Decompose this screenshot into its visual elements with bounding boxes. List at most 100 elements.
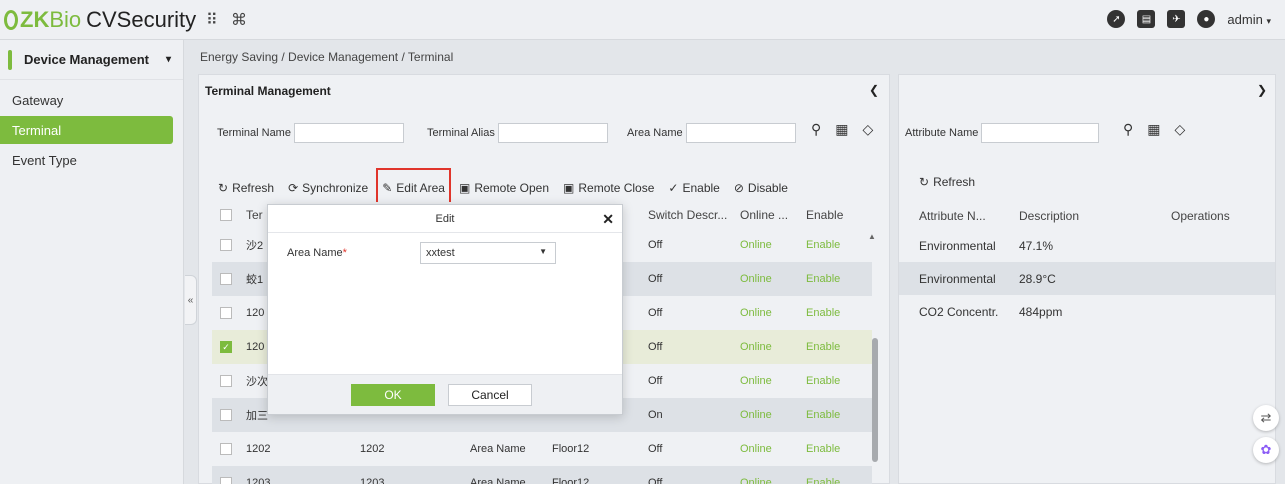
alias-cell: Floor12	[552, 477, 590, 484]
col-header-operations[interactable]: Operations	[1171, 209, 1251, 223]
attribute-refresh-button[interactable]: ↻ Refresh	[919, 175, 975, 189]
advanced-search-icon[interactable]: ▦	[835, 121, 848, 138]
switch-description-cell: Off	[648, 307, 663, 319]
ok-button[interactable]: OK	[351, 384, 435, 406]
switch-description-cell: On	[648, 409, 663, 421]
remote-close-button[interactable]: ▣ Remote Close	[563, 175, 654, 201]
panel-collapse-icon[interactable]: ❮	[869, 83, 879, 97]
assistant-float-icon[interactable]: ✿	[1253, 437, 1279, 463]
clear-eraser-icon[interactable]: ◇	[1175, 121, 1186, 138]
attribute-search-actions: ⚲ ▦ ◇	[1123, 121, 1185, 138]
col-header-switch[interactable]: Switch Descr...	[648, 208, 740, 222]
synchronize-icon: ⟳	[288, 181, 299, 195]
switch-description-cell: Off	[648, 477, 663, 484]
sidebar-item-gateway[interactable]: Gateway	[0, 86, 173, 114]
refresh-icon: ↻	[919, 175, 930, 189]
area-name-cell: Area Name	[470, 443, 526, 455]
enable-status-cell: Enable	[806, 239, 841, 251]
sidebar-section-device-management[interactable]: Device Management ▾	[0, 40, 183, 80]
refresh-button[interactable]: ↻ Refresh	[218, 175, 274, 201]
row-checkbox[interactable]: ✓	[220, 341, 232, 353]
attribute-name-input[interactable]	[981, 123, 1100, 143]
sidebar: Device Management ▾ Gateway Terminal Eve…	[0, 40, 184, 484]
enable-status-cell: Enable	[806, 375, 841, 387]
col-header-enable[interactable]: Enable	[806, 208, 866, 222]
compass-icon[interactable]: ➚	[1107, 10, 1126, 28]
select-all-checkbox[interactable]	[220, 209, 232, 221]
area-name-field: Area Name	[627, 123, 796, 143]
attribute-name-cell: Environmental	[919, 271, 996, 286]
col-header-attribute[interactable]: Attribute N...	[919, 209, 1019, 223]
terminal-name-input[interactable]	[293, 123, 404, 143]
enable-button[interactable]: ✓ Enable	[668, 175, 719, 201]
cancel-button[interactable]: Cancel	[448, 384, 532, 406]
sidebar-item-terminal[interactable]: Terminal	[0, 116, 173, 144]
sidebar-collapse-handle[interactable]: «	[185, 275, 197, 325]
logo-zk: ZK	[20, 7, 50, 32]
table-row[interactable]: 1202 1202 Area Name Floor12 Off Online Enable	[212, 432, 872, 466]
area-name-label: Area Name	[627, 127, 683, 139]
map-icon[interactable]: ✈	[1167, 10, 1186, 28]
clear-eraser-icon[interactable]: ◇	[863, 121, 874, 138]
terminal-alias-field: Terminal Alias	[427, 123, 608, 143]
refresh-label: Refresh	[232, 181, 275, 195]
col-header-online[interactable]: Online ...	[740, 208, 806, 222]
table-row[interactable]: 1203 1203 Area Name Floor12 Off Online Enable	[212, 466, 872, 484]
app-grid-icon[interactable]: ⠿	[206, 10, 218, 30]
table-row[interactable]: Environmental 28.9°C	[899, 262, 1275, 295]
attribute-name-label: Attribute Name	[905, 127, 979, 139]
area-name-select[interactable]: xxtest ▼	[420, 242, 556, 264]
user-avatar-icon[interactable]: ●	[1197, 10, 1216, 28]
close-icon[interactable]: ✕	[602, 211, 614, 228]
switch-description-cell: Off	[648, 375, 663, 387]
enable-label: Enable	[682, 181, 720, 195]
attribute-refresh-label: Refresh	[933, 175, 976, 189]
command-icon[interactable]: ⌘	[231, 10, 247, 30]
switch-description-cell: Off	[648, 273, 663, 285]
area-name-label-text: Area Name	[287, 247, 343, 259]
sidebar-item-event-type[interactable]: Event Type	[0, 146, 173, 174]
disable-button[interactable]: ⊘ Disable	[734, 175, 788, 201]
table-row[interactable]: CO2 Concentr. 484ppm	[899, 295, 1275, 328]
edit-area-dialog: Edit ✕ Area Name* xxtest ▼ OK Cancel	[267, 204, 623, 415]
advanced-search-icon[interactable]: ▦	[1147, 121, 1160, 138]
scroll-up-icon[interactable]: ▲	[868, 232, 876, 241]
user-menu[interactable]: admin ▾	[1227, 12, 1271, 27]
remote-open-button[interactable]: ▣ Remote Open	[459, 175, 549, 201]
search-icon[interactable]: ⚲	[1123, 121, 1133, 138]
panel-expand-icon[interactable]: ❯	[1257, 83, 1267, 97]
terminal-alias-cell: 1202	[360, 443, 385, 455]
remote-close-icon: ▣	[563, 181, 575, 195]
table-scrollbar[interactable]	[872, 338, 878, 462]
area-name-input[interactable]	[685, 123, 796, 143]
row-checkbox[interactable]	[220, 375, 232, 387]
terminal-alias-input[interactable]	[497, 123, 608, 143]
row-checkbox[interactable]	[220, 443, 232, 455]
search-icon[interactable]: ⚲	[811, 121, 821, 138]
breadcrumb: Energy Saving / Device Management / Term…	[200, 50, 454, 64]
edit-pencil-icon: ✎	[382, 181, 393, 195]
row-checkbox[interactable]	[220, 239, 232, 251]
synchronize-button[interactable]: ⟳ Synchronize	[288, 175, 368, 201]
translate-float-icon[interactable]: ⇄	[1253, 405, 1279, 431]
attribute-name-cell: Environmental	[919, 238, 996, 253]
required-marker: *	[342, 247, 347, 259]
switch-description-cell: Off	[648, 239, 663, 251]
section-marker-icon	[8, 49, 12, 70]
attribute-table: Attribute N... Description Operations En…	[899, 203, 1275, 328]
attribute-name-cell: CO2 Concentr.	[919, 304, 999, 319]
remote-open-label: Remote Open	[474, 181, 550, 195]
attribute-table-header: Attribute N... Description Operations	[899, 203, 1275, 229]
app-logo[interactable]: ZK Bio CVSecurity	[4, 6, 196, 34]
row-checkbox[interactable]	[220, 477, 232, 484]
logo-bio: Bio	[49, 7, 82, 32]
enable-status-cell: Enable	[806, 307, 841, 319]
row-checkbox[interactable]	[220, 307, 232, 319]
app-store-icon[interactable]: ▤	[1137, 10, 1156, 28]
top-right-tools: ➚ ▤ ✈ ● admin ▾	[1107, 10, 1271, 28]
table-row[interactable]: Environmental 47.1%	[899, 229, 1275, 262]
row-checkbox[interactable]	[220, 409, 232, 421]
row-checkbox[interactable]	[220, 273, 232, 285]
alias-cell: Floor12	[552, 443, 590, 455]
col-header-description[interactable]: Description	[1019, 209, 1171, 223]
